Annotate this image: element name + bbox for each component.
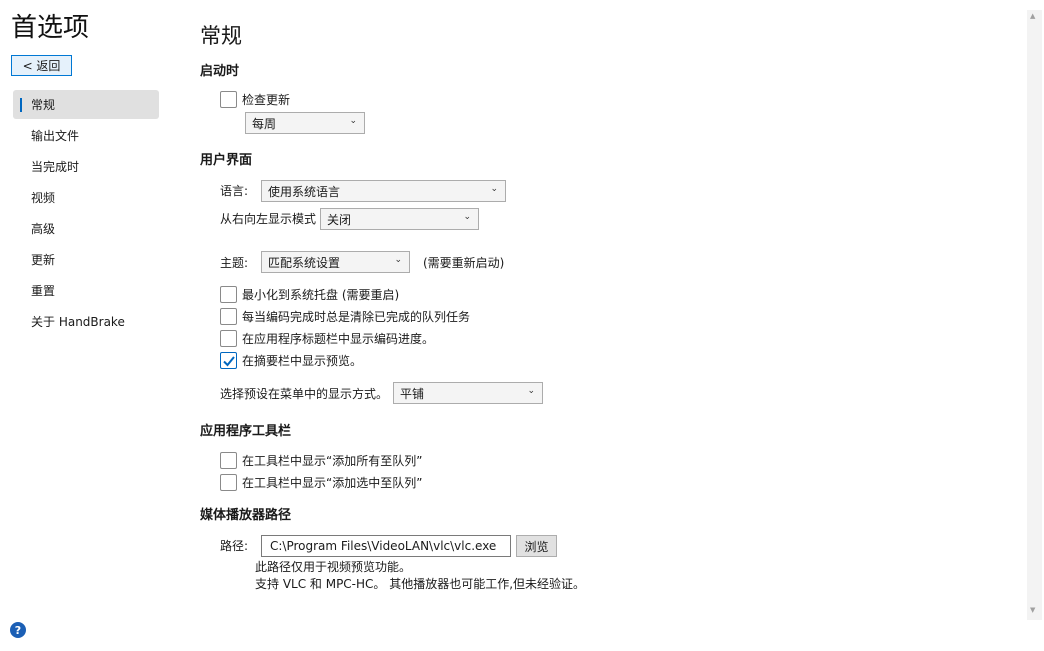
- titlebar-progress-label: 在应用程序标题栏中显示编码进度。: [242, 332, 435, 346]
- nav-item-label: 更新: [31, 253, 56, 267]
- path-label: 路径:: [220, 539, 249, 553]
- theme-select[interactable]: 匹配系统设置 ⌄: [261, 251, 410, 273]
- nav-item-label: 重置: [31, 284, 56, 298]
- back-button[interactable]: < 返回: [11, 55, 72, 76]
- update-frequency-select[interactable]: 每周 ⌄: [245, 112, 365, 134]
- group-title-media-player: 媒体播放器路径: [200, 508, 292, 523]
- select-value: 每周: [252, 116, 277, 131]
- nav-item-video[interactable]: 视频: [13, 183, 159, 212]
- summary-preview-checkbox[interactable]: [220, 352, 237, 369]
- language-label: 语言:: [220, 184, 249, 198]
- select-value: 匹配系统设置: [268, 255, 341, 270]
- nav-item-output-files[interactable]: 输出文件: [13, 121, 159, 150]
- titlebar-progress-checkbox[interactable]: [220, 330, 237, 347]
- clear-completed-queue-label: 每当编码完成时总是清除已完成的队列任务: [242, 310, 471, 324]
- preset-display-label: 选择预设在菜单中的显示方式。: [220, 387, 389, 401]
- group-title-startup: 启动时: [200, 64, 240, 79]
- minimize-to-tray-label: 最小化到系统托盘 (需要重启): [242, 288, 400, 302]
- vertical-scrollbar[interactable]: [1027, 10, 1042, 620]
- language-select[interactable]: 使用系统语言 ⌄: [261, 180, 506, 202]
- section-title: 常规: [200, 24, 242, 48]
- theme-restart-note: (需要重新启动): [423, 256, 505, 270]
- browse-button[interactable]: 浏览: [516, 535, 557, 557]
- scroll-up-icon[interactable]: ▲: [1030, 12, 1035, 20]
- nav-item-label: 常规: [31, 98, 56, 112]
- nav-item-label: 关于 HandBrake: [31, 315, 125, 329]
- nav-item-advanced[interactable]: 高级: [13, 214, 159, 243]
- nav-item-label: 高级: [31, 222, 56, 236]
- chevron-down-icon: ⌄: [394, 255, 402, 265]
- summary-preview-label: 在摘要栏中显示预览。: [242, 354, 363, 368]
- nav-item-reset[interactable]: 重置: [13, 276, 159, 305]
- group-title-ui: 用户界面: [200, 153, 253, 168]
- nav-item-label: 视频: [31, 191, 56, 205]
- select-value: 平铺: [400, 386, 425, 401]
- toolbar-add-selected-checkbox[interactable]: [220, 474, 237, 491]
- nav-item-about[interactable]: 关于 HandBrake: [13, 307, 159, 336]
- nav-item-updates[interactable]: 更新: [13, 245, 159, 274]
- preset-display-select[interactable]: 平铺 ⌄: [393, 382, 543, 404]
- select-value: 使用系统语言: [268, 184, 341, 199]
- toolbar-add-all-label: 在工具栏中显示“添加所有至队列”: [242, 454, 423, 468]
- check-updates-checkbox[interactable]: [220, 91, 237, 108]
- chevron-down-icon: ⌄: [490, 184, 498, 194]
- toolbar-add-all-checkbox[interactable]: [220, 452, 237, 469]
- clear-completed-queue-checkbox[interactable]: [220, 308, 237, 325]
- rtl-mode-select[interactable]: 关闭 ⌄: [320, 208, 479, 230]
- select-value: 关闭: [327, 212, 352, 227]
- toolbar-add-selected-label: 在工具栏中显示“添加选中至队列”: [242, 476, 423, 490]
- chevron-down-icon: ⌄: [527, 386, 535, 396]
- nav-item-general[interactable]: 常规: [13, 90, 159, 119]
- theme-label: 主题:: [220, 256, 249, 270]
- scroll-down-icon[interactable]: ▼: [1030, 606, 1035, 614]
- group-title-toolbar: 应用程序工具栏: [200, 424, 292, 439]
- chevron-down-icon: ⌄: [463, 212, 471, 222]
- chevron-down-icon: ⌄: [349, 116, 357, 126]
- page-title: 首选项: [11, 13, 90, 43]
- rtl-mode-label: 从右向左显示模式: [220, 212, 317, 226]
- help-icon[interactable]: ?: [10, 622, 26, 638]
- media-player-path-input[interactable]: C:\Program Files\VideoLAN\vlc\vlc.exe: [261, 535, 511, 557]
- check-updates-label: 检查更新: [242, 93, 291, 107]
- minimize-to-tray-checkbox[interactable]: [220, 286, 237, 303]
- path-note-1: 此路径仅用于视频预览功能。: [255, 560, 412, 574]
- nav-item-label: 当完成时: [31, 160, 80, 174]
- nav-item-when-done[interactable]: 当完成时: [13, 152, 159, 181]
- path-note-2: 支持 VLC 和 MPC-HC。 其他播放器也可能工作,但未经验证。: [255, 577, 586, 591]
- nav-item-label: 输出文件: [31, 129, 80, 143]
- checkmark-icon: [223, 356, 235, 367]
